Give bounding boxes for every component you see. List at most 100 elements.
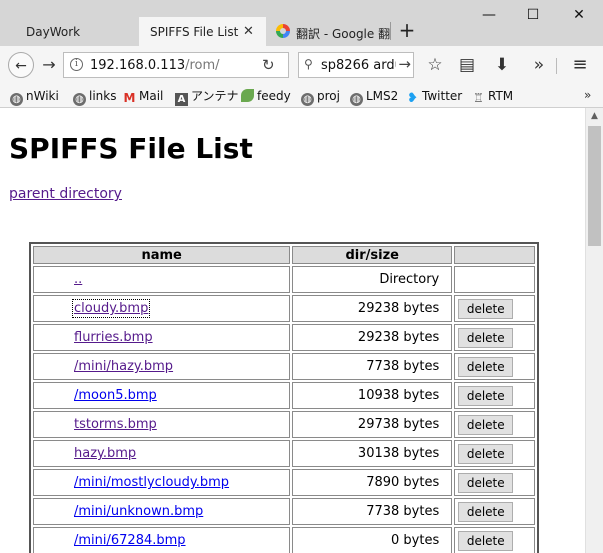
column-header-size: dir/size [292,246,453,264]
file-link[interactable]: /mini/mostlycloudy.bmp [74,475,229,490]
bookmark-star-icon[interactable]: ☆ [422,52,448,78]
bookmarks-bar: ◍ nWiki ◍ links M Mail A アンテナ feedy ◍ proj ◍ L… [0,84,603,108]
table-row: cloudy.bmp 29238 bytes delete [33,295,535,322]
file-link[interactable]: flurries.bmp [74,330,153,345]
delete-button[interactable]: delete [458,472,514,493]
overflow-menu-icon[interactable]: » [526,52,552,78]
action-cell: delete [454,353,535,380]
delete-button[interactable]: delete [458,443,514,464]
delete-button[interactable]: delete [458,530,514,551]
tab-daywork[interactable]: DayWork [0,17,138,46]
file-link[interactable]: hazy.bmp [74,446,136,461]
file-size-cell: 29238 bytes [292,295,453,322]
tab-google-translate[interactable]: 翻訳 - Google 翻 [268,17,390,46]
table-row: tstorms.bmp 29738 bytes delete [33,411,535,438]
bookmarks-overflow-icon[interactable]: » [584,88,591,102]
file-link[interactable]: .. [74,272,82,287]
page-content: SPIFFS File List parent directory name d… [0,108,585,553]
delete-button[interactable]: delete [458,385,514,406]
antenna-icon: A [175,93,188,106]
hamburger-menu-icon[interactable]: ≡ [567,52,593,78]
table-row: .. Directory [33,266,535,293]
bookmark-label: Twitter [422,89,463,103]
scroll-up-arrow-icon[interactable]: ▲ [586,108,603,125]
file-name-cell: tstorms.bmp [33,411,291,438]
new-tab-button[interactable]: + [396,17,418,43]
reload-icon[interactable]: ↻ [262,56,275,74]
table-row: /mini/hazy.bmp 7738 bytes delete [33,353,535,380]
search-go-icon[interactable]: → [396,55,411,73]
search-text: sp8266 ardu [321,58,403,73]
file-name-cell: hazy.bmp [33,440,291,467]
action-cell: delete [454,295,535,322]
tab-label: SPIFFS File List [150,25,239,39]
file-name-cell: .. [33,266,291,293]
bookmark-label: nWiki [26,89,59,103]
file-size-cell: 7890 bytes [292,469,453,496]
tab-spiffs-file-list[interactable]: SPIFFS File List ✕ [139,17,266,46]
site-info-icon[interactable]: i [70,58,83,71]
file-link[interactable]: /moon5.bmp [74,388,157,403]
scrollbar-thumb[interactable] [588,126,601,246]
url-text[interactable]: 192.168.0.113/rom/ [90,58,220,73]
delete-button[interactable]: delete [458,356,514,377]
table-header-row: name dir/size [33,246,535,264]
file-link[interactable]: /mini/unknown.bmp [74,504,203,519]
twitter-icon: ❥ [407,91,418,106]
search-input[interactable]: ⚲ sp8266 ardu → [298,52,414,78]
file-name-cell: cloudy.bmp [33,295,291,322]
address-bar[interactable]: i 192.168.0.113/rom/ ↻ [63,52,289,78]
minimize-button[interactable]: — [476,4,502,26]
file-name-cell: /mini/unknown.bmp [33,498,291,525]
forward-button[interactable]: → [36,52,62,78]
search-icon: ⚲ [304,57,313,71]
bookmark-mail[interactable]: M Mail [123,88,164,105]
vertical-scrollbar[interactable]: ▲ [585,108,603,553]
globe-icon: ◍ [73,93,86,106]
close-tab-icon[interactable]: ✕ [243,24,254,39]
bookmark-feedy[interactable]: feedy [241,88,291,104]
file-link[interactable]: tstorms.bmp [74,417,157,432]
file-link[interactable]: /mini/67284.bmp [74,533,186,548]
globe-icon: ◍ [10,93,23,106]
bookmark-label: LMS2 [366,89,399,103]
bookmark-nwiki[interactable]: ◍ nWiki [10,88,59,106]
maximize-button[interactable]: ☐ [520,4,546,26]
page-title: SPIFFS File List [9,132,253,165]
bookmark-rtm[interactable]: ♖ RTM [472,88,513,105]
column-header-action [454,246,535,264]
bookmark-twitter[interactable]: ❥ Twitter [406,88,463,106]
bookmark-proj[interactable]: ◍ proj [301,88,340,106]
action-cell: delete [454,527,535,553]
google-icon [276,24,290,38]
file-table: name dir/size .. Directory cloudy.bmp 29238… [29,242,539,553]
delete-button[interactable]: delete [458,501,514,522]
file-link[interactable]: cloudy.bmp [71,299,151,318]
file-name-cell: /moon5.bmp [33,382,291,409]
file-name-cell: /mini/67284.bmp [33,527,291,553]
file-name-cell: /mini/hazy.bmp [33,353,291,380]
table-row: hazy.bmp 30138 bytes delete [33,440,535,467]
download-icon[interactable]: ⬇ [489,52,515,78]
action-cell: delete [454,440,535,467]
feedly-icon [241,89,254,102]
back-button[interactable]: ← [8,52,34,78]
bookmark-lms2[interactable]: ◍ LMS2 [350,88,399,106]
delete-button[interactable]: delete [458,414,514,435]
table-row: /moon5.bmp 10938 bytes delete [33,382,535,409]
rtm-icon: ♖ [473,91,484,105]
bookmark-label: feedy [257,89,291,103]
file-link[interactable]: /mini/hazy.bmp [74,359,173,374]
close-window-button[interactable]: ✕ [566,4,592,26]
bookmark-label: アンテナ [191,89,239,103]
reader-view-icon[interactable]: ▤ [454,52,480,78]
delete-button[interactable]: delete [458,298,514,319]
table-row: /mini/67284.bmp 0 bytes delete [33,527,535,553]
globe-icon: ◍ [350,93,363,106]
bookmark-links[interactable]: ◍ links [73,88,116,106]
table-row: /mini/unknown.bmp 7738 bytes delete [33,498,535,525]
delete-button[interactable]: delete [458,327,514,348]
bookmark-antenna[interactable]: A アンテナ [175,88,239,106]
parent-directory-link[interactable]: parent directory [9,186,122,202]
file-name-cell: flurries.bmp [33,324,291,351]
